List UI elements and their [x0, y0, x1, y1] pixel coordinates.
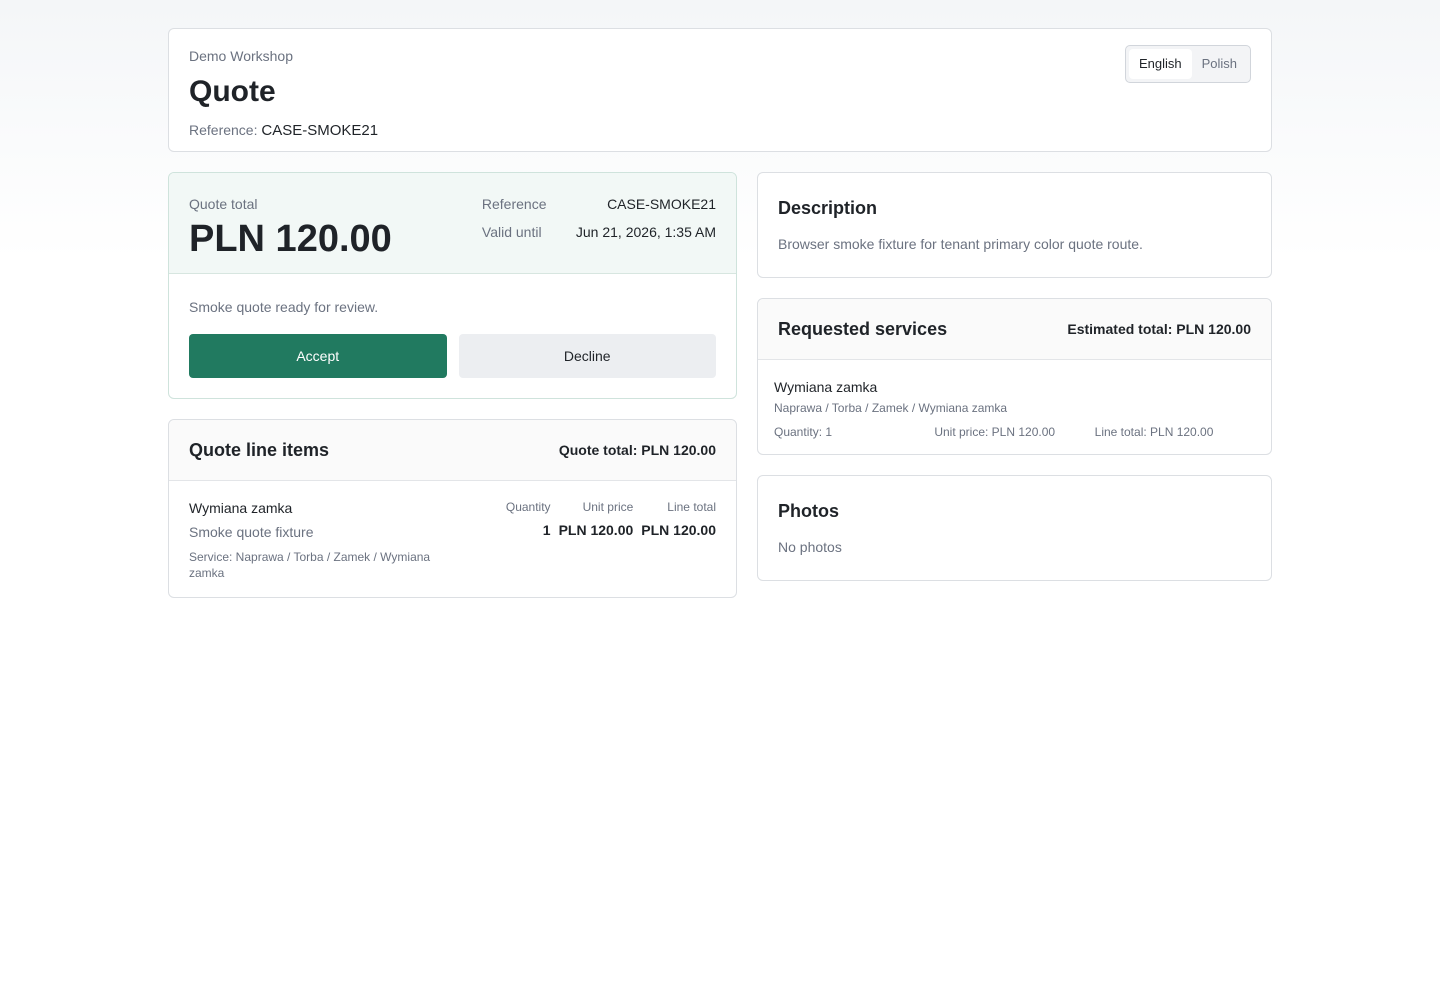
description-text: Browser smoke fixture for tenant primary…: [778, 236, 1143, 252]
photos-empty-text: No photos: [778, 539, 842, 555]
line-items-header: Quote line items Quote total: PLN 120.00: [169, 420, 736, 481]
meta-reference-value: CASE-SMOKE21: [607, 196, 716, 212]
service-quantity: Quantity: 1: [774, 425, 833, 439]
service-path: Naprawa / Torba / Zamek / Wymiana zamka: [774, 401, 1008, 415]
requested-services-card: Requested services Estimated total: PLN …: [757, 298, 1272, 455]
line-items-title: Quote line items: [189, 439, 330, 460]
decline-button[interactable]: Decline: [458, 334, 716, 378]
service-values: Quantity: 1 Unit price: PLN 120.00 Line …: [774, 424, 1255, 440]
right-column: Description Browser smoke fixture for te…: [757, 172, 1272, 598]
language-switcher: English Polish: [1124, 45, 1251, 83]
line-item-unit-price-col: Unit price PLN 120.00: [559, 499, 634, 581]
meta-reference-row: Reference CASE-SMOKE21: [482, 195, 716, 213]
header-reference-value: CASE-SMOKE21: [261, 122, 379, 139]
unit-price-header: Unit price: [582, 500, 634, 514]
language-option-polish[interactable]: Polish: [1192, 49, 1247, 79]
quote-summary-actions: Smoke quote ready for review. Accept Dec…: [169, 274, 736, 398]
line-items-total: Quote total: PLN 120.00: [558, 442, 716, 458]
meta-valid-label: Valid until: [481, 224, 542, 240]
requested-services-header: Requested services Estimated total: PLN …: [758, 299, 1271, 360]
line-item-line-total-col: Line total PLN 120.00: [641, 499, 716, 581]
line-item-quantity-col: Quantity 1: [506, 499, 551, 581]
description-card: Description Browser smoke fixture for te…: [757, 172, 1272, 278]
line-item-line-total: PLN 120.00: [641, 522, 716, 538]
quote-message: Smoke quote ready for review.: [189, 299, 379, 315]
meta-valid-value: Jun 21, 2026, 1:35 AM: [575, 224, 716, 240]
service-item: Wymiana zamka Naprawa / Torba / Zamek / …: [758, 360, 1271, 454]
line-item-quantity: 1: [542, 522, 551, 538]
service-line-total: Line total: PLN 120.00: [1094, 425, 1214, 439]
photos-title: Photos: [778, 501, 839, 521]
line-items-card: Quote line items Quote total: PLN 120.00…: [168, 419, 737, 598]
page-title: Quote: [189, 75, 276, 108]
quote-header: Demo Workshop Quote Reference: CASE-SMOK…: [168, 28, 1272, 152]
line-item-name: Wymiana zamka: [189, 500, 293, 516]
requested-services-title: Requested services: [778, 318, 948, 339]
line-item-info: Wymiana zamka Smoke quote fixture Servic…: [189, 499, 459, 581]
description-title: Description: [778, 198, 878, 218]
quote-summary-top: Quote total PLN 120.00 Reference CASE-SM…: [169, 173, 736, 274]
line-total-header: Line total: [667, 500, 716, 514]
quote-summary-card: Quote total PLN 120.00 Reference CASE-SM…: [168, 172, 737, 399]
line-item-description: Smoke quote fixture: [189, 524, 314, 540]
quantity-header: Quantity: [505, 500, 551, 514]
service-name: Wymiana zamka: [774, 379, 878, 395]
content-columns: Quote total PLN 120.00 Reference CASE-SM…: [168, 172, 1272, 598]
header-reference: Reference: CASE-SMOKE21: [189, 121, 1251, 140]
language-option-english[interactable]: English: [1128, 49, 1192, 79]
quote-meta: Reference CASE-SMOKE21 Valid until Jun 2…: [482, 195, 716, 251]
workshop-name: Demo Workshop: [189, 48, 294, 64]
estimated-total: Estimated total: PLN 120.00: [1067, 321, 1251, 337]
page-container: Demo Workshop Quote Reference: CASE-SMOK…: [168, 28, 1272, 598]
meta-valid-row: Valid until Jun 21, 2026, 1:35 AM: [482, 223, 716, 241]
line-item-values: Quantity 1 Unit price PLN 120.00 Line to…: [506, 499, 716, 581]
line-item-unit-price: PLN 120.00: [558, 522, 634, 538]
photos-card: Photos No photos: [757, 475, 1272, 581]
service-unit-price: Unit price: PLN 120.00: [934, 425, 1056, 439]
accept-button[interactable]: Accept: [189, 334, 447, 378]
left-column: Quote total PLN 120.00 Reference CASE-SM…: [168, 172, 737, 598]
line-item: Wymiana zamka Smoke quote fixture Servic…: [169, 481, 736, 597]
action-buttons: Accept Decline: [189, 334, 716, 378]
meta-reference-label: Reference: [481, 196, 547, 212]
header-reference-label: Reference:: [189, 122, 258, 138]
line-item-service: Service: Naprawa / Torba / Zamek / Wymia…: [189, 550, 431, 580]
